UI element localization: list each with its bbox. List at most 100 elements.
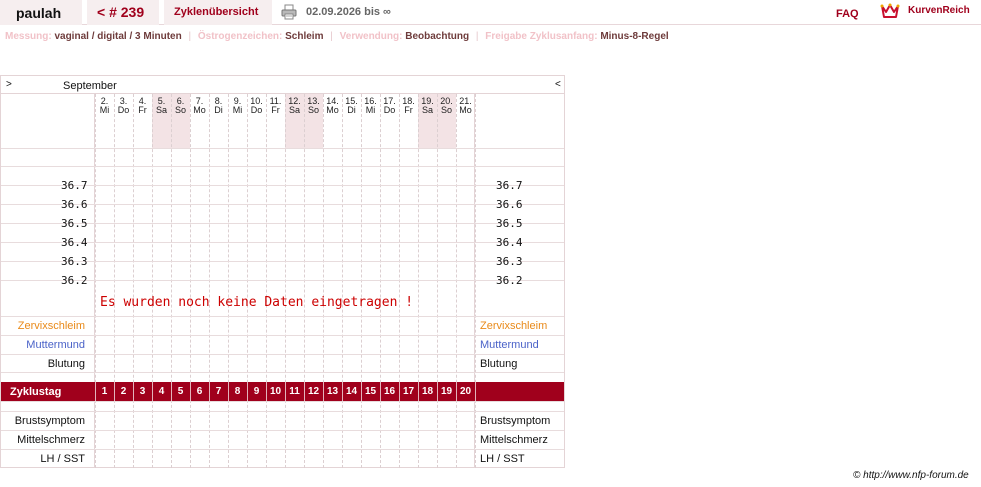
cycle-day-divider	[456, 382, 457, 401]
day-header-column: 8. Di	[209, 94, 228, 148]
day-header-column: 14. Mo	[323, 94, 342, 148]
day-header-column: 6. So	[171, 94, 190, 148]
chart-header: > September <	[1, 76, 564, 94]
cycle-day-divider	[266, 382, 267, 401]
weekday-name: Mi	[99, 105, 110, 115]
day-header-column: 19. Sa	[418, 94, 437, 148]
month-label: September	[63, 80, 117, 92]
day-header-column: 4. Fr	[133, 94, 152, 148]
cycle-day-number: 7	[215, 386, 222, 397]
temperature-label-left: 36.5	[61, 217, 88, 230]
cycle-day-number: 4	[158, 386, 165, 397]
weekday-name: Di	[214, 105, 223, 115]
weekday-name: So	[307, 105, 319, 115]
cycle-day-divider	[247, 382, 248, 401]
day-header-column: 17. Do	[380, 94, 399, 148]
temperature-label-left: 36.2	[61, 274, 88, 287]
symptom-label-left: Brustsymptom	[14, 415, 85, 427]
temperature-label-right: 36.3	[496, 255, 523, 268]
cycle-day-divider	[133, 382, 134, 401]
cycle-day-number: 13	[326, 386, 339, 397]
cycle-day-number: 10	[269, 386, 282, 397]
cycle-overview-tab[interactable]: Zyklenübersicht	[164, 0, 272, 25]
day-header-column: 20. So	[437, 94, 456, 148]
cycle-day-number: 15	[364, 386, 377, 397]
cycle-day-number: 17	[402, 386, 415, 397]
observation-label-right: Blutung	[480, 358, 518, 370]
weekday-name: Mo	[326, 105, 339, 115]
weekday-name: Mi	[232, 105, 243, 115]
next-cycle-button[interactable]: >	[6, 79, 12, 90]
weekday-name: So	[440, 105, 452, 115]
day-header-column: 18. Fr	[399, 94, 418, 148]
temperature-label-left: 36.7	[61, 179, 88, 192]
day-header-column: 3. Do	[114, 94, 133, 148]
weekday-name: Do	[117, 105, 130, 115]
temperature-label-right: 36.6	[496, 198, 523, 211]
weekday-name: Fr	[138, 105, 147, 115]
weekday-name: Sa	[421, 105, 433, 115]
temperature-label-right: 36.7	[496, 179, 523, 192]
cycle-day-divider	[437, 382, 438, 401]
symptom-label-right: Mittelschmerz	[480, 434, 548, 446]
row-grid-line	[1, 430, 564, 431]
weekday-name: Sa	[288, 105, 300, 115]
cycle-day-divider	[304, 382, 305, 401]
faq-link[interactable]: FAQ	[836, 8, 859, 20]
cycle-day-number: 9	[253, 386, 260, 397]
cycle-day-number: 14	[345, 386, 358, 397]
cycle-day-divider	[190, 382, 191, 401]
cycle-day-number: 6	[196, 386, 203, 397]
observation-label-left: Blutung	[47, 358, 85, 370]
cycle-day-divider	[399, 382, 400, 401]
previous-cycle-button[interactable]: <	[555, 79, 561, 90]
weekday-name: Mo	[459, 105, 472, 115]
day-header-column: 9. Mi	[228, 94, 247, 148]
symptom-label-right: Brustsymptom	[480, 415, 551, 427]
cycle-day-divider	[380, 382, 381, 401]
user-tab[interactable]: paulah	[0, 0, 82, 25]
observation-label-right: Zervixschleim	[480, 320, 548, 332]
day-header-column: 5. Sa	[152, 94, 171, 148]
row-grid-line	[1, 372, 564, 373]
weekday-name: Mo	[193, 105, 206, 115]
cycle-day-number: 18	[421, 386, 434, 397]
row-grid-line	[1, 449, 564, 450]
day-header-column: 16. Mi	[361, 94, 380, 148]
cycle-day-divider	[95, 382, 96, 401]
observation-label-left: Muttermund	[26, 339, 85, 351]
estrogen-value: Schleim	[285, 31, 324, 42]
cycle-day-divider	[361, 382, 362, 401]
day-header-column: 13. So	[304, 94, 323, 148]
row-grid-line	[1, 316, 564, 317]
usage-value: Beobachtung	[405, 31, 470, 42]
cycle-day-number: 5	[177, 386, 184, 397]
cycle-day-divider	[285, 382, 286, 401]
cycle-nav-tab[interactable]: < # 239	[87, 0, 159, 25]
day-header-column: 10. Do	[247, 94, 266, 148]
cycle-day-number: 2	[120, 386, 127, 397]
cycle-day-number: 1	[101, 386, 108, 397]
weekday-name: Do	[250, 105, 263, 115]
row-grid-line	[1, 411, 564, 412]
temperature-label-right: 36.5	[496, 217, 523, 230]
brand-name[interactable]: KurvenReich	[908, 5, 970, 16]
printer-icon[interactable]	[281, 4, 297, 20]
cycle-day-divider	[152, 382, 153, 401]
row-grid-line	[1, 148, 564, 149]
copyright-link[interactable]: © http://www.nfp-forum.de	[853, 470, 969, 481]
cycle-day-number: 19	[440, 386, 453, 397]
day-header-column: 7. Mo	[190, 94, 209, 148]
temperature-label-right: 36.4	[496, 236, 523, 249]
separator: |	[188, 31, 192, 42]
day-header-column: 21. Mo	[456, 94, 475, 148]
observation-label-left: Zervixschleim	[17, 320, 85, 332]
cycle-day-label: Zyklustag	[10, 386, 62, 398]
cycle-day-divider	[228, 382, 229, 401]
cycle-day-divider	[475, 382, 476, 401]
weekday-name: Di	[347, 105, 356, 115]
separator: |	[475, 31, 479, 42]
temperature-label-left: 36.3	[61, 255, 88, 268]
row-grid-line	[1, 401, 564, 402]
cycle-day-number: 3	[139, 386, 146, 397]
